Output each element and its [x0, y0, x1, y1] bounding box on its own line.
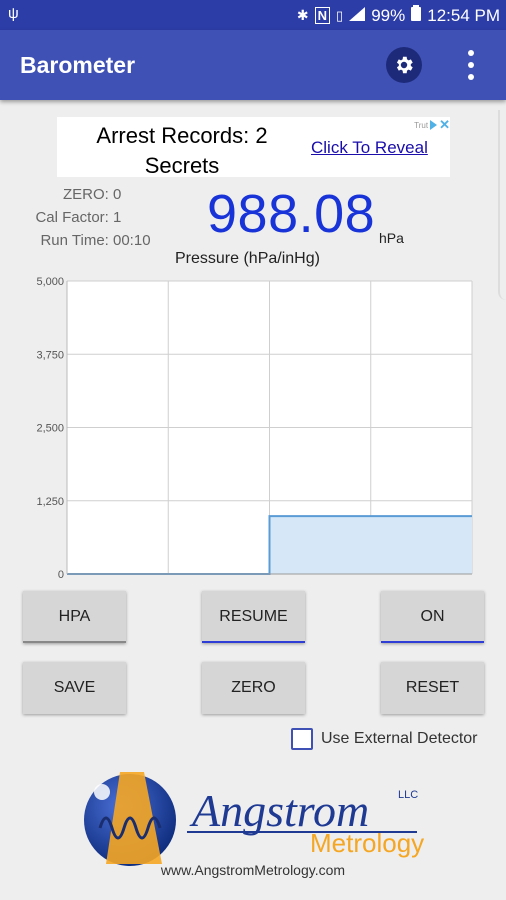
chart-y-tick-label: 3,750 — [36, 349, 64, 361]
external-detector-label: Use External Detector — [321, 730, 478, 747]
battery-percent: 99% — [371, 5, 406, 25]
run-time-value: 00:10 — [113, 232, 151, 249]
zero-button-label: ZERO — [231, 679, 276, 696]
pressure-chart: 5,000 3,750 2,500 1,250 0 — [36, 276, 473, 581]
zero-label: ZERO: — [62, 186, 109, 203]
hpa-button-indicator — [23, 641, 126, 643]
website-url[interactable]: www.AngstromMetrology.com — [0, 862, 506, 878]
hpa-button[interactable]: HPA — [23, 591, 126, 643]
app-bar: Barometer — [0, 30, 506, 100]
status-icons: ✱ N ▯ 99% 12:54 PM — [297, 5, 500, 26]
pressure-reading: 988.08 — [207, 184, 376, 244]
logo-highlight — [94, 784, 110, 800]
ad-close-icon[interactable]: ✕ — [439, 117, 450, 133]
on-button-indicator — [381, 641, 484, 643]
logo-llc: LLC — [398, 789, 418, 801]
battery-icon — [411, 5, 422, 26]
run-time-label: Run Time: — [40, 232, 109, 249]
chart-y-tick-label: 5,000 — [36, 276, 64, 288]
zero-value: 0 — [113, 186, 122, 203]
resume-button-label: RESUME — [219, 608, 288, 625]
angstrom-metrology-logo: Angstrom LLC Metrology — [84, 772, 424, 866]
overflow-dot — [468, 74, 474, 80]
hpa-button-label: HPA — [58, 608, 91, 625]
overflow-dot — [468, 50, 474, 56]
clock: 12:54 PM — [427, 5, 500, 25]
on-button-label: ON — [420, 608, 445, 625]
ad-badge-text: Trut — [414, 120, 429, 130]
zero-button[interactable]: ZERO — [202, 662, 305, 714]
on-button[interactable]: ON — [381, 591, 484, 643]
bluetooth-icon: ✱ — [296, 7, 309, 23]
chart-title: Pressure (hPa/inHg) — [175, 250, 320, 267]
overflow-dot — [468, 62, 474, 68]
resume-button-indicator — [202, 641, 305, 643]
cal-factor-row: Cal Factor: 1 — [10, 209, 153, 232]
ad-badge[interactable]: Trut ✕ — [414, 117, 450, 133]
pressure-unit: hPa — [379, 230, 404, 246]
usb-icon: ψ — [8, 5, 19, 22]
chart-y-tick-label: 0 — [58, 569, 64, 581]
nfc-icon: N — [314, 7, 331, 24]
resume-button[interactable]: RESUME — [202, 591, 305, 643]
status-bar: ψ ✱ N ▯ 99% 12:54 PM — [0, 0, 506, 30]
zero-row: ZERO: 0 — [10, 186, 153, 209]
vibrate-icon: ▯ — [336, 7, 344, 23]
status-info: ZERO: 0 Cal Factor: 1 Run Time: 00:10 — [10, 186, 153, 255]
gear-icon — [396, 56, 413, 74]
reset-button[interactable]: RESET — [381, 662, 484, 714]
adchoices-icon — [430, 120, 438, 130]
app-title: Barometer — [20, 52, 136, 78]
save-button-label: SAVE — [53, 679, 96, 696]
save-button[interactable]: SAVE — [23, 662, 126, 714]
signal-icon — [349, 6, 366, 26]
external-detector-checkbox[interactable] — [291, 728, 313, 750]
ad-cta-link[interactable]: Click To Reveal — [311, 138, 428, 158]
external-detector-option[interactable]: Use External Detector — [291, 728, 478, 750]
ad-headline[interactable]: Arrest Records: 2 Secrets — [57, 121, 307, 181]
cal-factor-label: Cal Factor: — [35, 209, 109, 226]
reset-button-label: RESET — [405, 679, 460, 696]
cal-factor-value: 1 — [113, 209, 122, 226]
chart-y-tick-label: 1,250 — [36, 496, 64, 508]
ad-banner[interactable]: Arrest Records: 2 Secrets Click To Revea… — [57, 117, 450, 178]
chart-y-tick-label: 2,500 — [36, 423, 64, 435]
settings-button[interactable] — [386, 47, 422, 83]
overflow-menu-button[interactable] — [462, 50, 480, 80]
run-time-row: Run Time: 00:10 — [10, 232, 153, 255]
